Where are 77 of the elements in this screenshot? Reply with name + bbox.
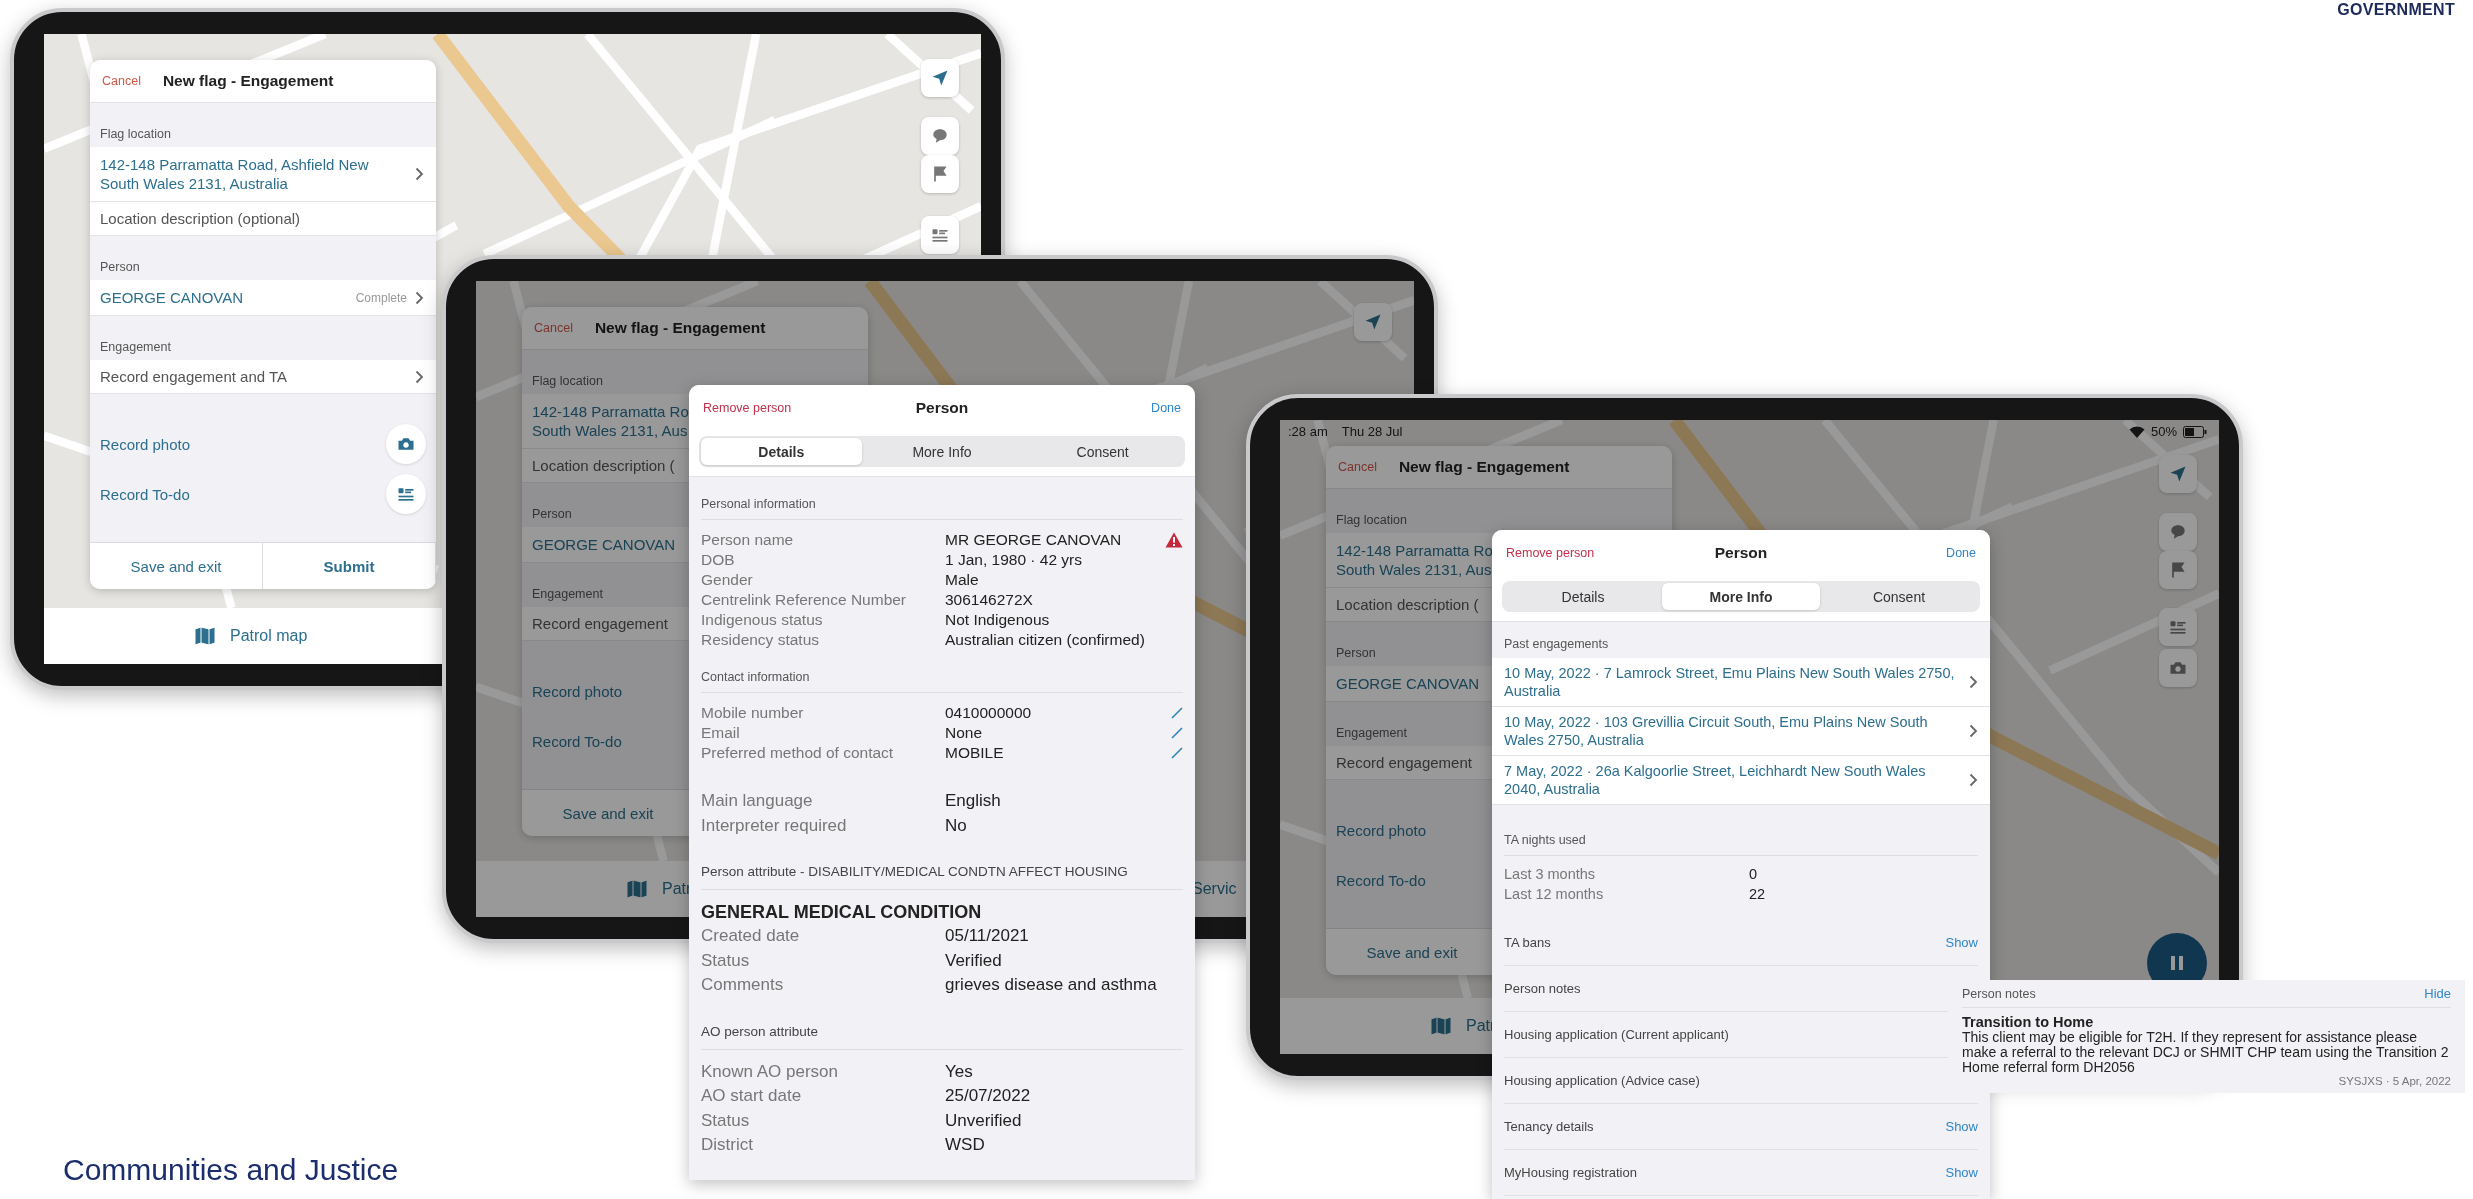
field-value: Verified: [945, 949, 1003, 972]
field-value: 1 Jan, 1980 · 42 yrs: [945, 550, 1083, 570]
section-heading: AO person attribute: [701, 1023, 1183, 1050]
section-heading: TA nights used: [1504, 815, 1978, 856]
field-label: Status: [701, 949, 751, 972]
field-label: Last 3 months: [1504, 865, 1597, 884]
record-label: MyHousing registration: [1504, 1165, 1637, 1180]
note-meta: SYSJXS · 5 Apr, 2022: [2337, 1075, 2451, 1087]
field-label: District: [701, 1134, 754, 1156]
form-title: New flag - Engagement: [594, 319, 766, 337]
section-heading: Engagement: [1336, 726, 1407, 740]
field-label: Main language: [701, 790, 814, 812]
field-value: MR GEORGE CANOVAN: [945, 530, 1123, 550]
section-heading: Flag location: [100, 127, 171, 141]
record-label: Housing application (Advice case): [1504, 1073, 1700, 1088]
dialog-title: Person: [915, 398, 969, 417]
section-heading: Person attribute - DISABILITY/MEDICAL CONDTN AFFECT HOUSING: [701, 864, 1183, 890]
field-value: MOBILE: [945, 743, 1005, 763]
section-heading: Flag location: [1336, 513, 1407, 527]
section-heading: Person: [100, 260, 140, 274]
field-label: Status: [701, 1109, 751, 1132]
section-heading: Personal information: [701, 477, 1183, 520]
field-value: Male: [945, 570, 980, 590]
field-value: Unverified: [945, 1109, 1023, 1132]
field-value: Australian citizen (confirmed): [945, 630, 1146, 650]
field-label: Centrelink Reference Number: [701, 590, 908, 610]
condition-title: GENERAL MEDICAL CONDITION: [701, 901, 983, 924]
footer-text: Communities and Justice: [63, 1153, 399, 1187]
section-heading: Past engagements: [1503, 636, 1610, 653]
field-label: DOB: [701, 550, 736, 570]
section-heading: Engagement: [100, 340, 171, 354]
field-value: 0: [1749, 865, 1759, 884]
field-value: No: [945, 814, 968, 837]
field-value: Not Indigenous: [945, 610, 1051, 630]
battery-percent: 50%: [2150, 424, 2177, 439]
section-heading: Person: [1336, 646, 1376, 660]
field-value: 05/11/2021: [945, 925, 1030, 947]
field-value: English: [945, 790, 1002, 812]
field-label: Indigenous status: [701, 610, 824, 630]
status-label: Complete: [355, 290, 407, 305]
field-value: 306146272X: [945, 590, 1034, 610]
field-label: Last 12 months: [1504, 885, 1605, 904]
section-heading: Person notes: [1962, 986, 2036, 1001]
dialog-title: Person: [1714, 543, 1768, 562]
field-value: 22: [1749, 885, 1767, 904]
field-label: AO start date: [701, 1085, 803, 1107]
field-value: 25/07/2022: [945, 1085, 1032, 1107]
status-date: Thu 28 Jul: [1341, 424, 1403, 439]
field-label: Email: [701, 723, 741, 743]
field-value: Yes: [945, 1060, 974, 1083]
field-label: Gender: [701, 570, 754, 590]
field-label: Preferred method of contact: [701, 743, 895, 763]
field-value: grieves disease and asthma: [945, 974, 1158, 996]
record-label: Housing application (Current applicant): [1504, 1027, 1729, 1042]
field-label: Interpreter required: [701, 814, 848, 837]
field-label: Residency status: [701, 630, 821, 650]
logo-text: GOVERNMENT: [2337, 1, 2455, 19]
field-value: WSD: [945, 1134, 986, 1156]
section-heading: Engagement: [532, 587, 603, 601]
note-title: Transition to Home: [1962, 1014, 2095, 1030]
field-value: None: [945, 723, 984, 743]
note-text: This client may be eligible for T2H. If they represent for assistance please make a referral to the relevant DCJ or SHMIT CHP team using the Transition 2 Home referral form DH2056: [1962, 1030, 2450, 1075]
field-label: Comments: [701, 974, 785, 996]
section-heading: Person: [532, 507, 572, 521]
section-heading: Contact information: [701, 650, 1183, 693]
record-label: Tenancy details: [1504, 1119, 1594, 1134]
status-time: :28 am: [1288, 424, 1328, 439]
field-label: Mobile number: [701, 703, 805, 723]
record-label: TA bans: [1504, 935, 1551, 950]
record-label: Person notes: [1504, 981, 1581, 996]
field-value: 0410000000: [945, 703, 1033, 723]
form-title: New flag - Engagement: [1398, 458, 1570, 476]
field-label: Person name: [701, 530, 795, 550]
field-label: Known AO person: [701, 1060, 840, 1083]
form-title: New flag - Engagement: [162, 72, 334, 90]
section-heading: Flag location: [532, 374, 603, 388]
field-label: Created date: [701, 925, 801, 947]
